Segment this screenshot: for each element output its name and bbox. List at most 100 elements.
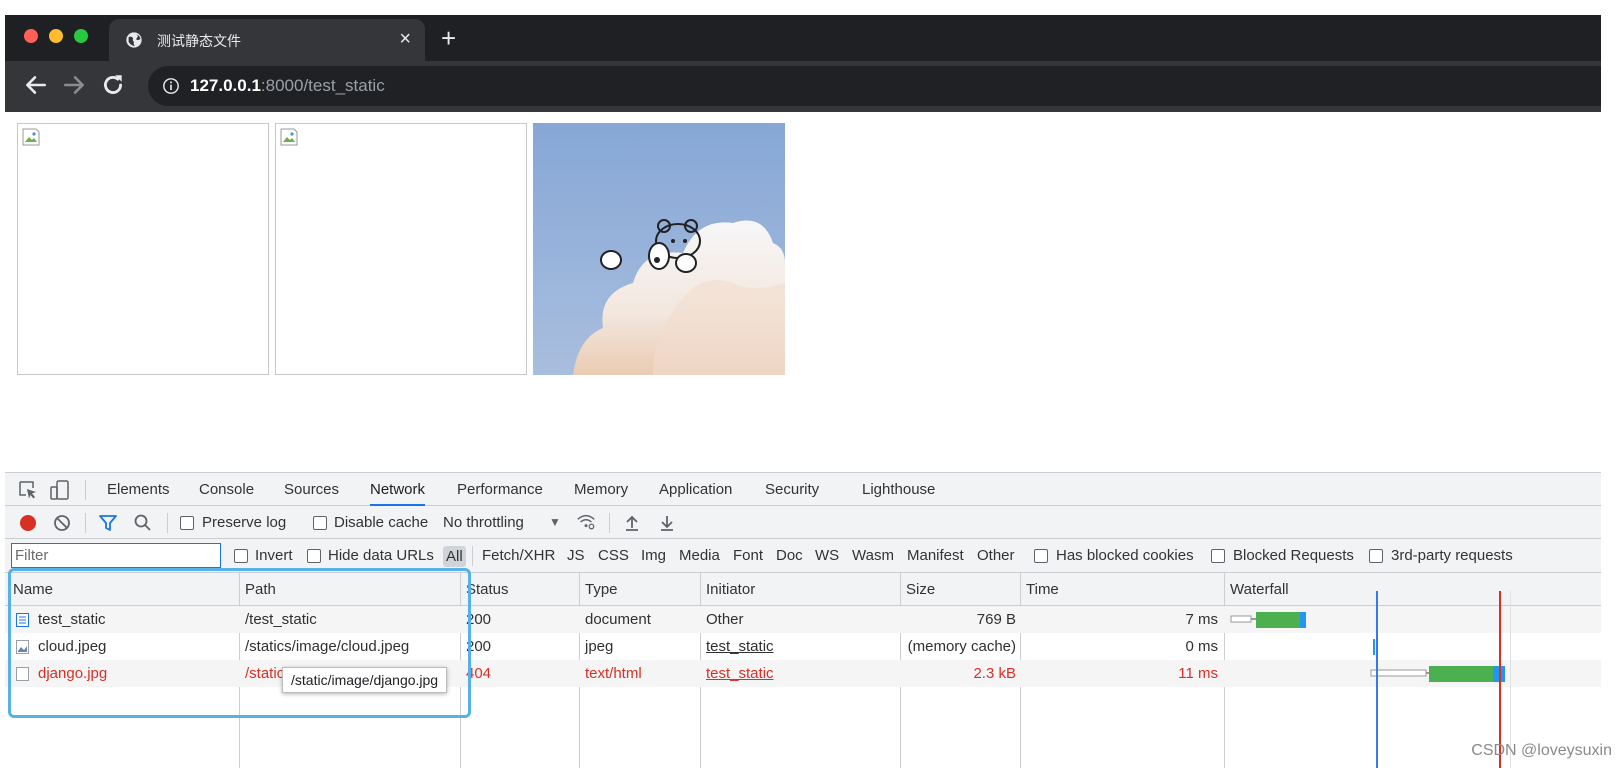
close-window-button[interactable] [24, 29, 38, 43]
invert-label: Invert [255, 547, 293, 564]
blocked-requests-label: Blocked Requests [1233, 547, 1354, 564]
tab-performance[interactable]: Performance [457, 473, 543, 506]
preserve-log-checkbox[interactable] [180, 516, 194, 530]
type-filter-font[interactable]: Font [733, 547, 763, 564]
table-row[interactable]: cloud.jpeg /statics/image/cloud.jpeg 200… [5, 633, 1601, 660]
filter-input[interactable] [11, 543, 221, 568]
preserve-log-label: Preserve log [202, 514, 287, 531]
column-header-name[interactable]: Name [13, 573, 53, 606]
forward-arrow-icon[interactable] [61, 72, 87, 98]
url-path: :8000/test_static [260, 76, 385, 95]
request-time: 7 ms [1185, 611, 1218, 628]
tab-application[interactable]: Application [659, 473, 732, 506]
type-filter-wasm[interactable]: Wasm [852, 547, 894, 564]
request-size: 2.3 kB [973, 665, 1016, 682]
request-path: /test_static [245, 611, 317, 628]
type-filter-all[interactable]: All [443, 546, 466, 567]
request-initiator-link[interactable]: test_static [706, 660, 774, 687]
broken-image-icon [280, 128, 298, 146]
broken-image-2 [275, 123, 527, 375]
type-filter-fetch-xhr[interactable]: Fetch/XHR [482, 547, 555, 564]
chevron-down-icon[interactable]: ▼ [549, 515, 561, 529]
column-header-path[interactable]: Path [245, 573, 276, 606]
network-toolbar: Preserve log Disable cache No throttling… [5, 506, 1601, 539]
type-filter-doc[interactable]: Doc [776, 547, 803, 564]
request-initiator-link[interactable]: test_static [706, 633, 774, 660]
watermark: CSDN @loveysuxin [1471, 742, 1612, 759]
request-size: (memory cache) [907, 638, 1016, 655]
waterfall-bar [1373, 639, 1375, 655]
broken-image-icon [22, 128, 40, 146]
type-filter-other[interactable]: Other [977, 547, 1015, 564]
table-row[interactable]: django.jpg /static/image/django.jpg 404 … [5, 660, 1601, 687]
blocked-requests-checkbox[interactable] [1211, 549, 1225, 563]
network-conditions-icon[interactable] [576, 512, 596, 532]
request-name[interactable]: django.jpg [38, 660, 107, 687]
devtools-panel: Elements Console Sources Network Perform… [5, 472, 1601, 768]
throttling-select[interactable]: No throttling [443, 514, 524, 531]
devtools-tab-bar: Elements Console Sources Network Perform… [5, 473, 1601, 506]
export-har-icon[interactable] [657, 513, 677, 533]
browser-window-frame: 测试静态文件 × + 127.0.0.1:8000/test_static [5, 15, 1601, 112]
has-blocked-cookies-checkbox[interactable] [1034, 549, 1048, 563]
request-time: 0 ms [1185, 638, 1218, 655]
invert-checkbox[interactable] [234, 549, 248, 563]
reload-icon[interactable] [100, 72, 126, 98]
device-toolbar-icon[interactable] [49, 479, 71, 501]
request-name[interactable]: test_static [38, 606, 106, 633]
tab-close-button[interactable]: × [399, 28, 411, 50]
minimize-window-button[interactable] [49, 29, 63, 43]
hide-data-urls-checkbox[interactable] [307, 549, 321, 563]
tab-memory[interactable]: Memory [574, 473, 628, 506]
tab-security[interactable]: Security [765, 473, 819, 506]
blank-file-icon [16, 667, 29, 681]
type-filter-ws[interactable]: WS [815, 547, 839, 564]
request-status: 200 [466, 611, 492, 628]
url-text[interactable]: 127.0.0.1:8000/test_static [190, 76, 385, 96]
tab-elements[interactable]: Elements [107, 473, 170, 506]
column-header-initiator[interactable]: Initiator [706, 573, 755, 606]
tab-console[interactable]: Console [199, 473, 254, 506]
tab-title: 测试静态文件 [157, 34, 241, 50]
type-filter-css[interactable]: CSS [598, 547, 629, 564]
tab-sources[interactable]: Sources [284, 473, 339, 506]
maximize-window-button[interactable] [74, 29, 88, 43]
column-header-type[interactable]: Type [585, 573, 618, 606]
document-icon [16, 613, 29, 627]
request-name[interactable]: cloud.jpeg [38, 633, 106, 660]
third-party-requests-checkbox[interactable] [1369, 549, 1383, 563]
browser-tab[interactable]: 测试静态文件 × [109, 19, 425, 61]
column-header-waterfall[interactable]: Waterfall [1230, 573, 1289, 606]
request-type: document [585, 611, 651, 628]
broken-image-1 [17, 123, 269, 375]
search-icon[interactable] [133, 513, 153, 533]
toolbar-divider [609, 513, 610, 533]
column-header-size[interactable]: Size [906, 573, 935, 606]
tab-network[interactable]: Network [370, 473, 426, 506]
type-filter-js[interactable]: JS [567, 547, 585, 564]
record-button[interactable] [20, 515, 36, 531]
disable-cache-checkbox[interactable] [313, 516, 327, 530]
address-bar[interactable]: 127.0.0.1:8000/test_static [148, 66, 1601, 106]
url-host: 127.0.0.1 [190, 76, 261, 95]
filter-icon[interactable] [98, 513, 118, 533]
type-filter-media[interactable]: Media [679, 547, 720, 564]
type-filter-manifest[interactable]: Manifest [907, 547, 964, 564]
new-tab-button[interactable]: + [441, 25, 456, 51]
info-icon[interactable] [162, 77, 180, 95]
clear-icon[interactable] [52, 513, 72, 533]
image-file-icon [16, 640, 29, 654]
back-arrow-icon[interactable] [23, 72, 49, 98]
import-har-icon[interactable] [622, 513, 642, 533]
column-header-status[interactable]: Status [466, 573, 509, 606]
disable-cache-label: Disable cache [334, 514, 429, 531]
tab-lighthouse[interactable]: Lighthouse [862, 473, 935, 506]
request-status: 404 [466, 665, 492, 682]
waterfall-bar [1370, 666, 1505, 682]
request-size: 769 B [976, 611, 1016, 628]
inspect-element-icon[interactable] [17, 479, 39, 501]
network-table-header: Name Path Status Type Initiator Size Tim… [5, 573, 1601, 606]
table-row[interactable]: test_static /test_static 200 document Ot… [5, 606, 1601, 633]
type-filter-img[interactable]: Img [641, 547, 666, 564]
column-header-time[interactable]: Time [1026, 573, 1059, 606]
